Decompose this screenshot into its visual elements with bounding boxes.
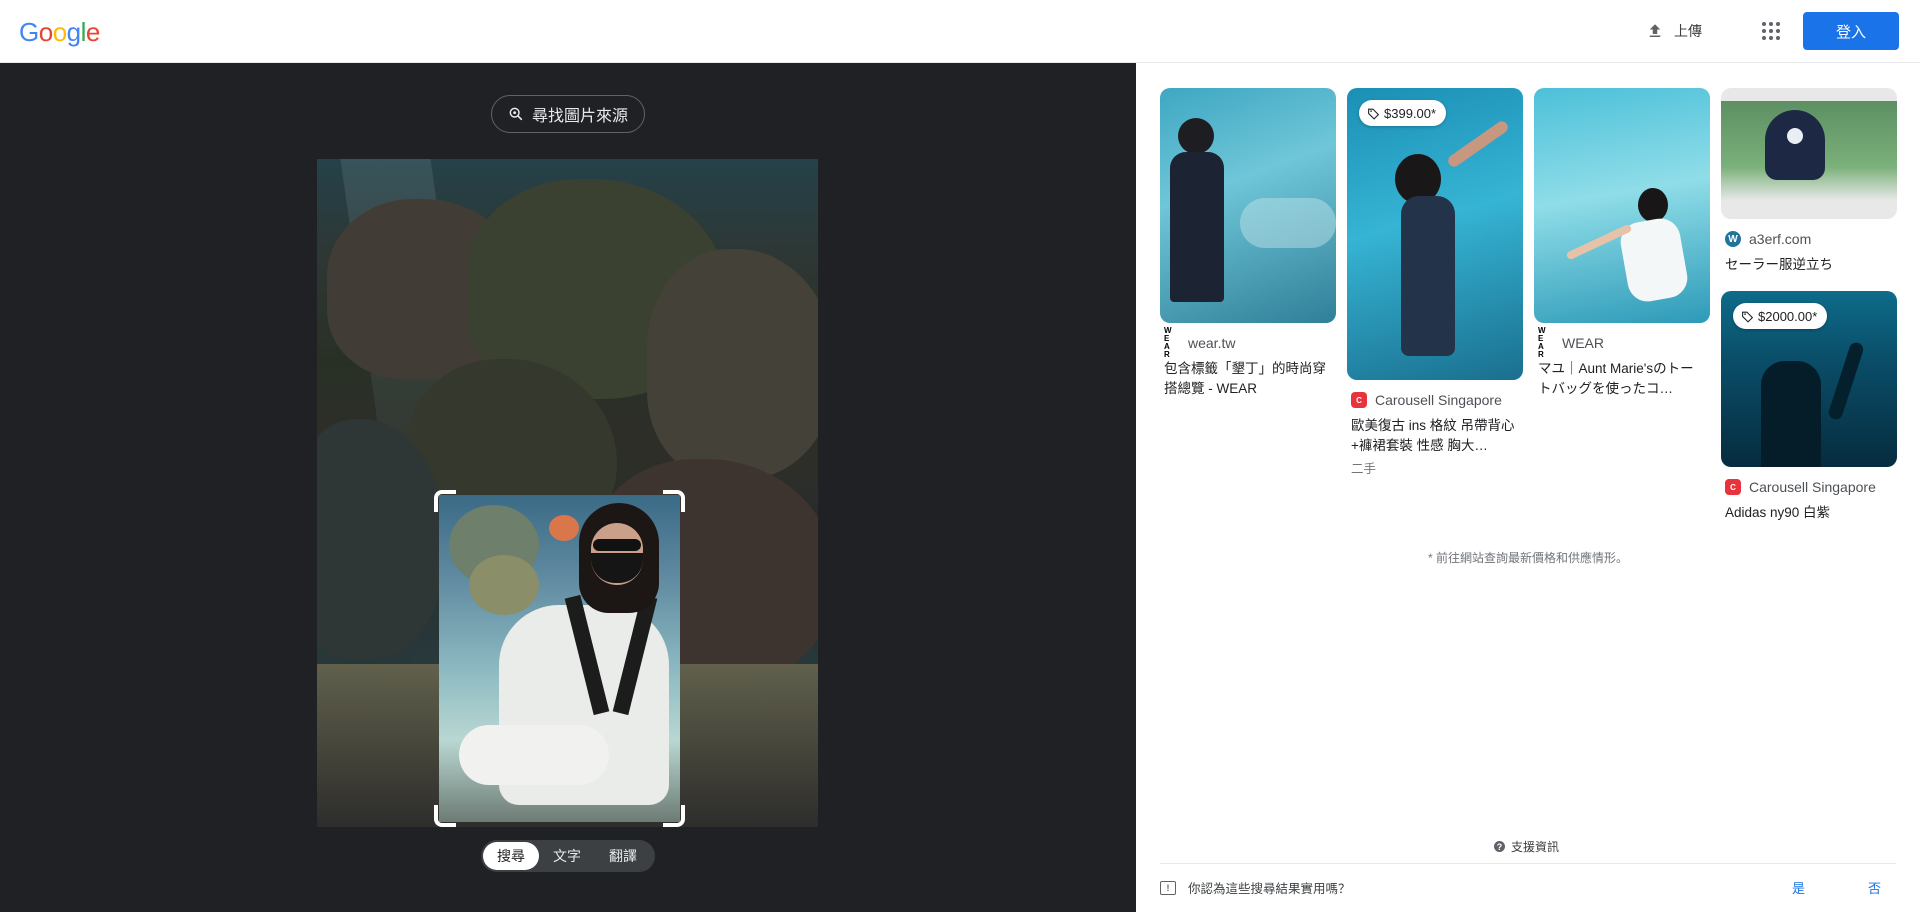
upload-button[interactable]: 上傳 [1646, 16, 1702, 46]
result-source[interactable]: W a3erf.com [1721, 231, 1897, 247]
help-icon: ? [1494, 841, 1505, 852]
result-thumbnail[interactable] [1534, 88, 1710, 323]
find-image-source-label: 尋找圖片來源 [531, 108, 628, 125]
result-thumbnail[interactable]: $399.00* [1347, 88, 1523, 380]
crop-selection-region[interactable] [439, 495, 680, 822]
wordpress-logo-icon: W [1725, 231, 1741, 247]
crop-handle-top-right[interactable] [663, 490, 685, 512]
result-source[interactable]: C Carousell Singapore [1721, 479, 1897, 495]
wear-logo-icon: W EA R [1538, 326, 1548, 359]
results-column: $399.00* C Carousell Singapore 歐美復古 ins … [1347, 88, 1523, 493]
carousell-logo-icon: C [1725, 479, 1741, 495]
visual-matches-panel: W EA R wear.tw 包含標籤「墾丁」的時尚穿搭總覽 - WEAR $3… [1136, 63, 1920, 912]
result-thumbnail[interactable] [1160, 88, 1336, 323]
crop-handle-top-left[interactable] [434, 490, 456, 512]
result-title[interactable]: 歐美復古 ins 格紋 吊帶背心+褲裙套裝 性感 胸大… [1347, 416, 1523, 456]
tab-translate[interactable]: 翻譯 [595, 842, 651, 870]
feedback-no-button[interactable]: 否 [1868, 878, 1881, 897]
result-thumbnail[interactable] [1721, 88, 1897, 219]
tab-search[interactable]: 搜尋 [483, 842, 539, 870]
price-tag-icon [1368, 108, 1380, 120]
apps-grid-icon[interactable] [1760, 20, 1782, 42]
crop-handle-bottom-left[interactable] [434, 805, 456, 827]
sign-in-button[interactable]: 登入 [1803, 12, 1899, 50]
price-badge: $2000.00* [1733, 303, 1828, 329]
feedback-icon: ! [1160, 880, 1176, 895]
carousell-logo-icon: C [1351, 392, 1367, 408]
price-badge: $399.00* [1359, 100, 1447, 126]
feedback-question: 你認為這些搜尋結果實用嗎？ [1188, 882, 1351, 896]
help-label: 支援資訊 [1511, 840, 1560, 854]
tab-text[interactable]: 文字 [539, 842, 595, 870]
lens-search-icon [509, 107, 523, 121]
result-title[interactable]: 包含標籤「墾丁」的時尚穿搭總覽 - WEAR [1160, 359, 1336, 399]
results-column: W EA R wear.tw 包含標籤「墾丁」的時尚穿搭總覽 - WEAR [1160, 88, 1336, 415]
top-bar: Google 上傳 登入 [0, 0, 1920, 63]
result-card[interactable]: $2000.00* C Carousell Singapore Adidas n… [1721, 291, 1897, 523]
price-disclaimer: * 前往網站查詢最新價格和供應情形。 [1427, 551, 1628, 565]
result-title[interactable]: セーラー服逆立ち [1721, 255, 1897, 275]
results-column: W EA R WEAR マユ｜Aunt Marie'sのトートバッグを使ったコ… [1534, 88, 1710, 415]
result-source[interactable]: W EA R WEAR [1534, 326, 1710, 359]
result-title[interactable]: Adidas ny90 白紫 [1721, 503, 1897, 523]
result-card[interactable]: W a3erf.com セーラー服逆立ち [1721, 88, 1897, 275]
upload-label: 上傳 [1674, 23, 1702, 39]
result-source[interactable]: C Carousell Singapore [1347, 392, 1523, 408]
result-card[interactable]: $399.00* C Carousell Singapore 歐美復古 ins … [1347, 88, 1523, 477]
feedback-bar: ! 你認為這些搜尋結果實用嗎？ 是 否 [1160, 863, 1896, 911]
google-logo[interactable]: Google [19, 17, 100, 47]
result-condition: 二手 [1351, 462, 1377, 476]
image-viewer-panel: 尋找圖片來源 搜尋 文字 翻譯 [0, 63, 1136, 912]
upload-icon [1649, 24, 1661, 37]
result-source[interactable]: W EA R wear.tw [1160, 326, 1336, 359]
lens-mode-tabs: 搜尋 文字 翻譯 [481, 840, 655, 872]
help-link[interactable]: ? 支援資訊 [1494, 838, 1559, 855]
result-title[interactable]: マユ｜Aunt Marie'sのトートバッグを使ったコ… [1534, 359, 1710, 399]
feedback-yes-button[interactable]: 是 [1792, 878, 1805, 897]
crop-handle-bottom-right[interactable] [663, 805, 685, 827]
result-card[interactable]: W EA R WEAR マユ｜Aunt Marie'sのトートバッグを使ったコ… [1534, 88, 1710, 399]
result-card[interactable]: W EA R wear.tw 包含標籤「墾丁」的時尚穿搭總覽 - WEAR [1160, 88, 1336, 399]
results-column: W a3erf.com セーラー服逆立ち $2000.00* C Carouse… [1721, 88, 1897, 539]
price-tag-icon [1742, 311, 1754, 323]
find-image-source-button[interactable]: 尋找圖片來源 [491, 95, 645, 133]
wear-logo-icon: W EA R [1164, 326, 1174, 359]
result-thumbnail[interactable]: $2000.00* [1721, 291, 1897, 467]
